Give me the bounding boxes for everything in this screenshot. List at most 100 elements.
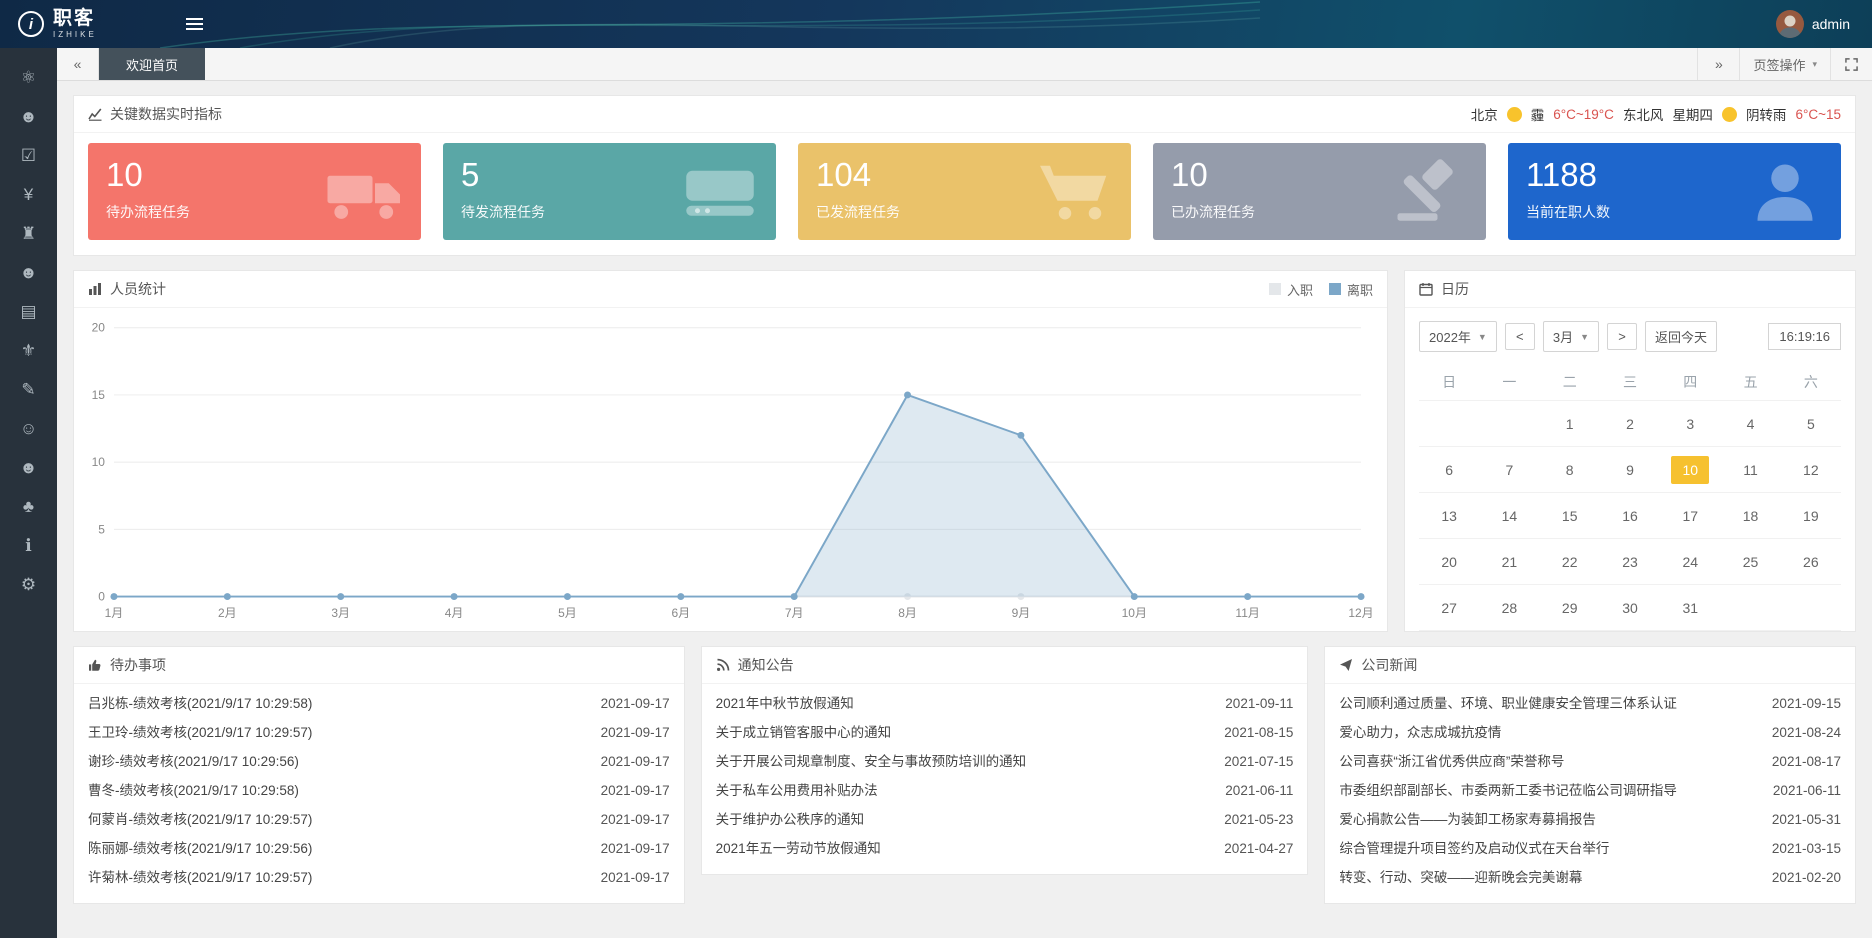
sidebar-item-approvals[interactable]: ☑ [0, 136, 57, 175]
list-item[interactable]: 谢珍-绩效考核(2021/9/17 10:29:56) 2021-09-17 [74, 747, 684, 776]
sidebar-item-organization[interactable]: ⚛ [0, 58, 57, 97]
stat-card-pending-flow[interactable]: 5 待发流程任务 [443, 143, 776, 240]
legend-item[interactable]: 入职 [1269, 280, 1313, 299]
sidebar-toggle-button[interactable] [180, 12, 209, 36]
sidebar-item-team[interactable]: ☻ [0, 253, 57, 292]
svg-text:2月: 2月 [218, 606, 237, 620]
list-item[interactable]: 2021年中秋节放假通知 2021-09-11 [702, 689, 1308, 718]
calendar-day[interactable]: 25 [1720, 539, 1780, 585]
item-text: 公司喜获“浙江省优秀供应商”荣誉称号 [1339, 747, 1564, 776]
calendar-day[interactable] [1479, 401, 1539, 447]
stat-card-headcount[interactable]: 1188 当前在职人数 [1508, 143, 1841, 240]
calendar-day[interactable]: 23 [1600, 539, 1660, 585]
sidebar-item-structure[interactable]: ♣ [0, 487, 57, 526]
stat-card-todo-flow[interactable]: 10 待办流程任务 [88, 143, 421, 240]
list-item[interactable]: 关于开展公司规章制度、安全与事故预防培训的通知 2021-07-15 [702, 747, 1308, 776]
prev-month-button[interactable]: < [1505, 323, 1535, 350]
calendar-day[interactable]: 18 [1720, 493, 1780, 539]
list-item[interactable]: 市委组织部副部长、市委两新工委书记莅临公司调研指导 2021-06-11 [1325, 776, 1855, 805]
stat-card-done-flow[interactable]: 10 已办流程任务 [1153, 143, 1486, 240]
list-item[interactable]: 爱心捐款公告——为装卸工杨家寿募捐报告 2021-05-31 [1325, 805, 1855, 834]
calendar-day[interactable]: 1 [1540, 401, 1600, 447]
tab-home[interactable]: 欢迎首页 [99, 48, 205, 80]
month-select[interactable]: 3月 ▼ [1543, 321, 1599, 352]
list-item[interactable]: 吕兆栋-绩效考核(2021/9/17 10:29:58) 2021-09-17 [74, 689, 684, 718]
sidebar-item-performance[interactable]: ⚜ [0, 331, 57, 370]
calendar-day[interactable]: 30 [1600, 585, 1660, 631]
list-item[interactable]: 王卫玲-绩效考核(2021/9/17 10:29:57) 2021-09-17 [74, 718, 684, 747]
app-logo[interactable]: i 职客 IZHIKE [0, 9, 128, 39]
list-item[interactable]: 综合管理提升项目签约及启动仪式在天台举行 2021-03-15 [1325, 834, 1855, 863]
list-item[interactable]: 陈丽娜-绩效考核(2021/9/17 10:29:56) 2021-09-17 [74, 834, 684, 863]
sidebar-item-training[interactable]: ✎ [0, 370, 57, 409]
calendar-day[interactable]: 20 [1419, 539, 1479, 585]
list-item[interactable]: 何蒙肖-绩效考核(2021/9/17 10:29:57) 2021-09-17 [74, 805, 684, 834]
calendar-day[interactable]: 13 [1419, 493, 1479, 539]
calendar-day[interactable]: 11 [1720, 447, 1780, 493]
calendar-day[interactable]: 7 [1479, 447, 1539, 493]
calendar-day-number: 25 [1732, 548, 1770, 576]
list-item[interactable]: 曹冬-绩效考核(2021/9/17 10:29:58) 2021-09-17 [74, 776, 684, 805]
calendar-day[interactable]: 28 [1479, 585, 1539, 631]
calendar-day[interactable]: 9 [1600, 447, 1660, 493]
calendar-day[interactable]: 26 [1781, 539, 1841, 585]
calendar-day[interactable]: 5 [1781, 401, 1841, 447]
weather-cond-tomorrow: 阴转雨 [1746, 104, 1787, 124]
calendar-day[interactable]: 15 [1540, 493, 1600, 539]
sidebar-item-salary[interactable]: ¥ [0, 175, 57, 214]
list-item[interactable]: 2021年五一劳动节放假通知 2021-04-27 [702, 834, 1308, 863]
calendar-day[interactable]: 17 [1660, 493, 1720, 539]
calendar-day[interactable] [1720, 585, 1780, 631]
rss-icon [716, 658, 730, 672]
year-select[interactable]: 2022年 ▼ [1419, 321, 1497, 352]
calendar-day-number: 29 [1551, 594, 1589, 622]
calendar-day[interactable]: 16 [1600, 493, 1660, 539]
list-item[interactable]: 关于成立销管客服中心的通知 2021-08-15 [702, 718, 1308, 747]
calendar-day[interactable]: 27 [1419, 585, 1479, 631]
item-date: 2021-09-11 [1225, 689, 1293, 718]
fullscreen-button[interactable] [1830, 48, 1872, 80]
sidebar-item-institution[interactable]: ♜ [0, 214, 57, 253]
calendar-day[interactable] [1781, 585, 1841, 631]
list-item[interactable]: 关于私车公用费用补贴办法 2021-06-11 [702, 776, 1308, 805]
sidebar-item-info[interactable]: ℹ [0, 526, 57, 565]
list-item[interactable]: 转变、行动、突破——迎新晚会完美谢幕 2021-02-20 [1325, 863, 1855, 892]
calendar-day[interactable]: 6 [1419, 447, 1479, 493]
calendar-day[interactable]: 10 [1660, 447, 1720, 493]
calendar-day[interactable]: 21 [1479, 539, 1539, 585]
calendar-day[interactable]: 19 [1781, 493, 1841, 539]
calendar-day[interactable]: 14 [1479, 493, 1539, 539]
item-date: 2021-05-23 [1224, 805, 1293, 834]
sidebar-item-profile[interactable]: ☻ [0, 448, 57, 487]
calendar-day[interactable] [1419, 401, 1479, 447]
sidebar-item-briefcase[interactable]: ▤ [0, 292, 57, 331]
tab-operations-dropdown[interactable]: 页签操作 ▾ [1739, 48, 1830, 80]
calendar-day[interactable]: 29 [1540, 585, 1600, 631]
calendar-day[interactable]: 4 [1720, 401, 1780, 447]
stat-cards-row: 10 待办流程任务 5 待发流程任务 104 已发流程任务 [74, 133, 1855, 255]
list-item[interactable]: 公司顺利通过质量、环境、职业健康安全管理三体系认证 2021-09-15 [1325, 689, 1855, 718]
news-panel: 公司新闻 公司顺利通过质量、环境、职业健康安全管理三体系认证 2021-09-1… [1324, 646, 1856, 904]
calendar-day[interactable]: 12 [1781, 447, 1841, 493]
calendar-day[interactable]: 31 [1660, 585, 1720, 631]
sidebar-item-settings[interactable]: ⚙ [0, 565, 57, 604]
calendar-day[interactable]: 22 [1540, 539, 1600, 585]
sidebar-item-employees[interactable]: ☻ [0, 97, 57, 136]
calendar-day[interactable]: 8 [1540, 447, 1600, 493]
tabs-scroll-left-button[interactable]: « [57, 48, 99, 80]
calendar-day[interactable]: 3 [1660, 401, 1720, 447]
calendar-day-number: 6 [1434, 456, 1464, 484]
stat-card-sent-flow[interactable]: 104 已发流程任务 [798, 143, 1131, 240]
sidebar-item-recruit[interactable]: ☺ [0, 409, 57, 448]
user-menu[interactable]: admin [1776, 10, 1872, 38]
back-to-today-button[interactable]: 返回今天 [1645, 321, 1717, 352]
list-item[interactable]: 公司喜获“浙江省优秀供应商”荣誉称号 2021-08-17 [1325, 747, 1855, 776]
tabs-scroll-right-button[interactable]: » [1697, 48, 1739, 80]
legend-item[interactable]: 离职 [1329, 280, 1373, 299]
next-month-button[interactable]: > [1607, 323, 1637, 350]
calendar-day[interactable]: 2 [1600, 401, 1660, 447]
calendar-day[interactable]: 24 [1660, 539, 1720, 585]
list-item[interactable]: 爱心助力，众志成城抗疫情 2021-08-24 [1325, 718, 1855, 747]
list-item[interactable]: 关于维护办公秩序的通知 2021-05-23 [702, 805, 1308, 834]
list-item[interactable]: 许菊林-绩效考核(2021/9/17 10:29:57) 2021-09-17 [74, 863, 684, 892]
